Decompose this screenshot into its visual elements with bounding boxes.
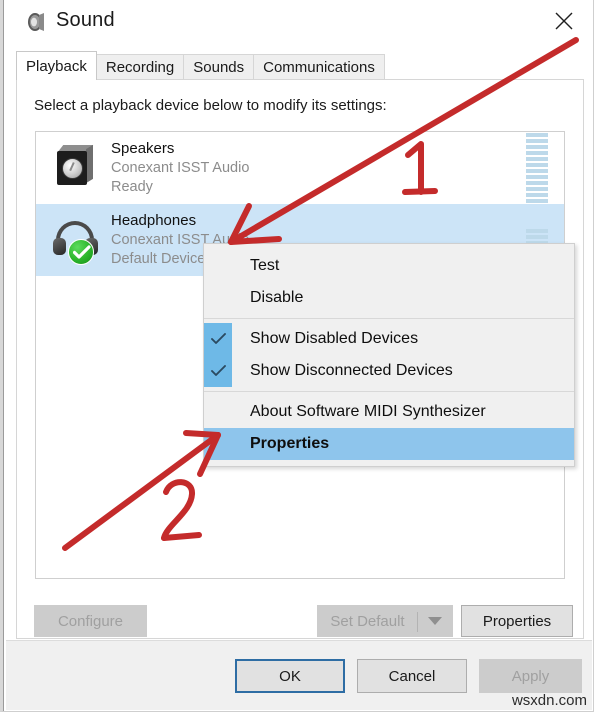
speaker-icon bbox=[49, 141, 101, 195]
tab-communications-label: Communications bbox=[263, 59, 375, 76]
ok-button[interactable]: OK bbox=[235, 659, 345, 693]
apply-button[interactable]: Apply bbox=[479, 659, 582, 693]
context-menu-item-about-software-midi-synthesizer[interactable]: About Software MIDI Synthesizer bbox=[204, 396, 574, 428]
speakers-device-text: Speakers Conexant ISST Audio Ready bbox=[111, 139, 249, 197]
tab-playback[interactable]: Playback bbox=[16, 51, 97, 80]
headphones-icon bbox=[49, 213, 101, 267]
context-menu-check-slot bbox=[204, 282, 232, 314]
tab-strip: Playback Recording Sounds Communications bbox=[16, 51, 385, 80]
set-default-button-label: Set Default bbox=[330, 612, 405, 630]
watermark-text: wsxdn.com bbox=[511, 692, 587, 709]
tab-recording-label: Recording bbox=[105, 59, 175, 76]
speaker-icon bbox=[24, 10, 48, 34]
cancel-button-label: Cancel bbox=[388, 667, 436, 685]
context-menu-item-properties-label: Properties bbox=[250, 435, 330, 452]
context-menu-item-disable-label: Disable bbox=[250, 289, 304, 306]
title-bar: Sound bbox=[6, 0, 592, 44]
headphones-device-name: Headphones bbox=[111, 211, 197, 229]
context-menu-check-slot bbox=[204, 396, 232, 428]
context-menu-item-show-disconnected-devices-label: Show Disconnected Devices bbox=[250, 362, 453, 379]
chevron-down-icon bbox=[427, 617, 442, 625]
playback-hint-text: Select a playback device below to modify… bbox=[34, 97, 387, 114]
speakers-device-name: Speakers bbox=[111, 139, 175, 157]
tab-playback-label: Playback bbox=[26, 57, 87, 75]
properties-button-label: Properties bbox=[482, 612, 552, 630]
context-menu-check-slot bbox=[204, 428, 232, 460]
properties-button[interactable]: Properties bbox=[461, 605, 573, 637]
context-menu-item-properties[interactable]: Properties bbox=[204, 428, 574, 460]
speakers-device-row[interactable]: Speakers Conexant ISST Audio Ready bbox=[36, 132, 564, 204]
set-default-button[interactable]: Set Default bbox=[317, 605, 417, 637]
context-menu-check-slot bbox=[204, 250, 232, 282]
speakers-device-status: Ready bbox=[111, 178, 153, 195]
close-icon[interactable] bbox=[540, 0, 588, 42]
default-device-check-badge-icon bbox=[68, 239, 94, 265]
context-menu-item-test[interactable]: Test bbox=[204, 250, 574, 282]
device-context-menu: Test Disable Show Disabled Devices Show … bbox=[203, 243, 575, 467]
cancel-button[interactable]: Cancel bbox=[357, 659, 467, 693]
window-title: Sound bbox=[56, 9, 115, 31]
tab-recording[interactable]: Recording bbox=[95, 54, 185, 80]
set-default-dropdown-button[interactable] bbox=[417, 605, 453, 637]
speakers-volume-meter bbox=[526, 133, 548, 203]
context-menu-item-show-disconnected-devices[interactable]: Show Disconnected Devices bbox=[204, 355, 574, 387]
tab-sounds-label: Sounds bbox=[193, 59, 245, 76]
configure-button-label: Configure bbox=[57, 612, 124, 630]
checkmark-icon bbox=[204, 323, 232, 355]
speakers-device-driver: Conexant ISST Audio bbox=[111, 159, 250, 176]
sound-dialog-window: Sound Playback Recording Sounds Communic… bbox=[0, 0, 594, 712]
context-menu-item-show-disabled-devices[interactable]: Show Disabled Devices bbox=[204, 323, 574, 355]
tab-sounds[interactable]: Sounds bbox=[183, 54, 255, 80]
tab-communications[interactable]: Communications bbox=[253, 54, 385, 80]
context-menu-item-show-disabled-devices-label: Show Disabled Devices bbox=[250, 330, 419, 347]
apply-button-label: Apply bbox=[511, 667, 550, 685]
context-menu-separator bbox=[204, 318, 574, 319]
context-menu-item-about-software-midi-synthesizer-label: About Software MIDI Synthesizer bbox=[250, 403, 486, 420]
checkmark-icon bbox=[204, 355, 232, 387]
context-menu-separator bbox=[204, 391, 574, 392]
context-menu-item-disable[interactable]: Disable bbox=[204, 282, 574, 314]
context-menu-item-test-label: Test bbox=[250, 257, 280, 274]
ok-button-label: OK bbox=[279, 667, 301, 685]
configure-button[interactable]: Configure bbox=[34, 605, 147, 637]
